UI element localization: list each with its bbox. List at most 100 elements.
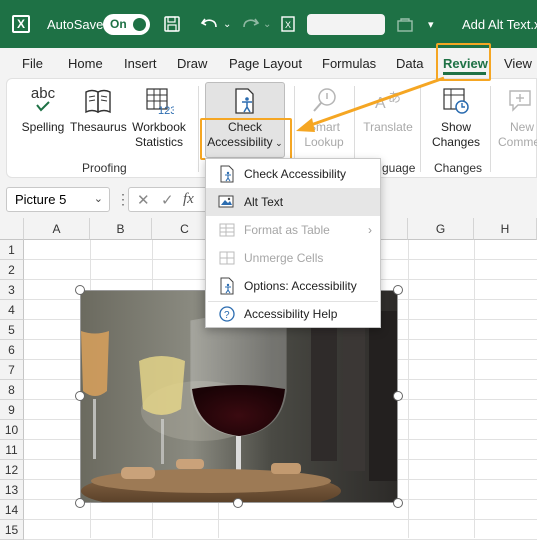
row-header[interactable]: 14 bbox=[0, 500, 24, 520]
customize-qat-icon[interactable]: ▾ bbox=[428, 0, 434, 48]
column-header-g[interactable]: G bbox=[408, 218, 474, 240]
review-tab-highlight bbox=[436, 43, 491, 81]
menu-item-options-accessibility[interactable]: Options: Accessibility bbox=[206, 272, 380, 300]
new-comment-button[interactable]: New Comme bbox=[496, 86, 537, 150]
column-header-a[interactable]: A bbox=[24, 218, 90, 240]
redo-dropdown-icon[interactable]: ⌄ bbox=[263, 0, 271, 48]
row-header[interactable]: 2 bbox=[0, 260, 24, 280]
row-header[interactable]: 12 bbox=[0, 460, 24, 480]
resize-handle-bottom-left[interactable] bbox=[75, 498, 85, 508]
workbook-statistics-button[interactable]: 123 Workbook Statistics bbox=[128, 86, 190, 150]
menu-item-label: Check Accessibility bbox=[244, 167, 347, 181]
menu-item-check-accessibility[interactable]: Check Accessibility bbox=[206, 160, 380, 188]
help-icon: ? bbox=[218, 305, 236, 323]
tab-data[interactable]: Data bbox=[396, 56, 423, 71]
accessibility-icon bbox=[218, 165, 236, 183]
column-header-b[interactable]: B bbox=[90, 218, 152, 240]
menu-item-format-as-table[interactable]: Format as Table › bbox=[206, 216, 380, 244]
svg-text:X: X bbox=[285, 20, 291, 30]
select-all-corner[interactable] bbox=[0, 218, 24, 240]
language-group-label: guage bbox=[382, 161, 416, 175]
group-separator bbox=[198, 86, 199, 172]
svg-text:A: A bbox=[375, 95, 386, 112]
resize-handle-top-left[interactable] bbox=[75, 285, 85, 295]
resize-handle-bottom-right[interactable] bbox=[393, 498, 403, 508]
row-header[interactable]: 5 bbox=[0, 320, 24, 340]
cancel-icon[interactable]: ✕ bbox=[137, 191, 150, 209]
title-bar: X AutoSave On ⌄ ⌄ X ▾ Add Alt Text.xl bbox=[0, 0, 537, 48]
column-header-h[interactable]: H bbox=[474, 218, 537, 240]
unmerge-cells-icon bbox=[218, 249, 236, 267]
tab-formulas[interactable]: Formulas bbox=[322, 56, 376, 71]
enter-icon[interactable]: ✓ bbox=[161, 191, 174, 209]
menu-item-label: Alt Text bbox=[244, 195, 284, 209]
smart-lookup-icon bbox=[309, 86, 339, 116]
tab-home[interactable]: Home bbox=[68, 56, 103, 71]
menu-item-alt-text[interactable]: Alt Text bbox=[206, 188, 380, 216]
row-header[interactable]: 13 bbox=[0, 480, 24, 500]
row-header[interactable]: 11 bbox=[0, 440, 24, 460]
excel-mini-icon[interactable]: X bbox=[281, 0, 297, 48]
insert-function-icon[interactable]: fx bbox=[183, 191, 194, 208]
workbook-label-line1: Workbook bbox=[132, 120, 186, 134]
autosave-toggle[interactable]: On bbox=[103, 0, 150, 48]
statistics-icon-text: 123 bbox=[158, 105, 174, 116]
smart-lookup-button[interactable]: Smart Lookup bbox=[298, 86, 350, 150]
name-box-value: Picture 5 bbox=[15, 192, 67, 207]
autosave-label: AutoSave bbox=[47, 16, 104, 32]
alt-text-icon bbox=[218, 193, 236, 211]
search-box[interactable] bbox=[307, 0, 385, 48]
excel-logo-icon: X bbox=[12, 0, 30, 48]
resize-handle-left[interactable] bbox=[75, 391, 85, 401]
thesaurus-button[interactable]: Thesaurus bbox=[70, 86, 127, 135]
menu-item-accessibility-help[interactable]: ? Accessibility Help bbox=[206, 300, 380, 328]
accessibility-dropdown-menu: Check Accessibility Alt Text Format as T… bbox=[205, 158, 381, 328]
proofing-group-label: Proofing bbox=[82, 161, 127, 175]
name-box[interactable]: Picture 5 ⌄ bbox=[6, 187, 110, 212]
tab-view[interactable]: View bbox=[504, 56, 532, 71]
resize-handle-bottom[interactable] bbox=[233, 498, 243, 508]
row-header[interactable]: 15 bbox=[0, 520, 24, 540]
chevron-right-icon: › bbox=[368, 223, 372, 237]
changes-group-label: Changes bbox=[434, 161, 483, 175]
undo-dropdown-icon[interactable]: ⌄ bbox=[223, 0, 231, 48]
row-header[interactable]: 7 bbox=[0, 360, 24, 380]
resize-handle-top-right[interactable] bbox=[393, 285, 403, 295]
spelling-button[interactable]: abc Spelling bbox=[18, 86, 68, 135]
grid-line bbox=[408, 240, 409, 538]
document-title: Add Alt Text.xl bbox=[462, 16, 537, 32]
tab-file[interactable]: File bbox=[22, 56, 43, 71]
formula-buttons: ✕ ✓ fx bbox=[128, 187, 208, 212]
translate-button[interactable]: Aあ Translate bbox=[360, 86, 416, 135]
row-header[interactable]: 4 bbox=[0, 300, 24, 320]
thesaurus-label: Thesaurus bbox=[70, 120, 127, 134]
resize-handle-right[interactable] bbox=[393, 391, 403, 401]
menu-item-unmerge-cells[interactable]: Unmerge Cells bbox=[206, 244, 380, 272]
svg-text:あ: あ bbox=[388, 91, 401, 106]
row-header[interactable]: 8 bbox=[0, 380, 24, 400]
svg-text:?: ? bbox=[224, 310, 230, 321]
row-header[interactable]: 6 bbox=[0, 340, 24, 360]
tab-page-layout[interactable]: Page Layout bbox=[229, 56, 302, 71]
spelling-icon: abc bbox=[28, 86, 58, 116]
translate-icon: Aあ bbox=[373, 86, 403, 116]
row-header[interactable]: 10 bbox=[0, 420, 24, 440]
undo-icon[interactable] bbox=[200, 0, 220, 48]
menu-item-label: Unmerge Cells bbox=[244, 251, 324, 265]
row-header[interactable]: 9 bbox=[0, 400, 24, 420]
tab-draw[interactable]: Draw bbox=[177, 56, 207, 71]
chevron-down-icon[interactable]: ⌄ bbox=[94, 192, 103, 205]
row-header[interactable]: 3 bbox=[0, 280, 24, 300]
new-comment-line1: New bbox=[510, 120, 535, 134]
spelling-icon-text: abc bbox=[30, 85, 56, 102]
show-changes-button[interactable]: Show Changes bbox=[428, 86, 484, 150]
comment-icon bbox=[506, 86, 536, 116]
row-header[interactable]: 1 bbox=[0, 240, 24, 260]
sensitivity-icon[interactable] bbox=[396, 0, 414, 48]
save-icon[interactable] bbox=[163, 0, 181, 48]
autosave-toggle-label: On bbox=[110, 16, 127, 31]
new-comment-line2: Comme bbox=[498, 135, 537, 149]
book-icon bbox=[83, 86, 113, 116]
redo-icon[interactable] bbox=[240, 0, 260, 48]
tab-insert[interactable]: Insert bbox=[124, 56, 157, 71]
